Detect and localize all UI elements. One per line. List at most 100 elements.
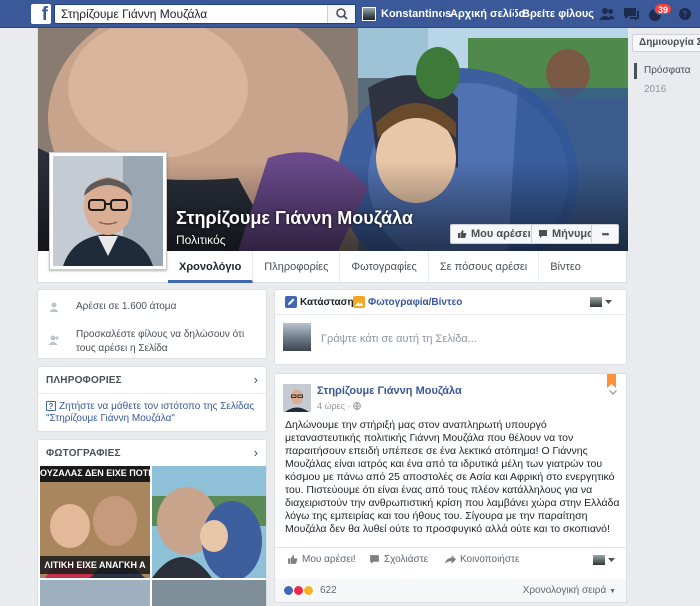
facebook-logo[interactable]: f	[31, 4, 51, 24]
invite-row: Προσκαλέστε φίλους να δηλώσουν ότι τους …	[48, 328, 258, 356]
photo-icon	[353, 296, 365, 308]
chevron-down-icon	[608, 557, 615, 562]
status-tab-label: Κατάσταση	[300, 296, 354, 308]
nav-divider	[442, 7, 443, 21]
photo-thumbnail[interactable]	[152, 466, 266, 578]
photos-arrow-icon[interactable]: ›	[254, 445, 258, 460]
timeline-recent-link[interactable]: Πρόσφατα	[634, 63, 691, 79]
bookmark-icon[interactable]	[607, 374, 616, 388]
page-avatar-small	[590, 297, 602, 307]
info-header: ΠΛΗΡΟΦΟΡΙΕΣ	[46, 375, 122, 386]
like-post-button[interactable]: Μου αρέσει!	[287, 554, 356, 565]
reactions-bar: 622 Χρονολογική σειρά ▼	[274, 579, 627, 603]
info-arrow-icon[interactable]: ›	[254, 372, 258, 387]
photo-thumbnail[interactable]	[152, 580, 266, 606]
nav-divider	[514, 7, 515, 21]
search-icon	[336, 8, 348, 20]
likes-count-text[interactable]: Αρέσει σε 1.600 άτομα	[48, 300, 258, 314]
share-button[interactable]: Κοινοποιήστε	[445, 554, 519, 565]
likes-card: Αρέσει σε 1.600 άτομα Προσκαλέστε φίλους…	[37, 289, 267, 359]
status-tab[interactable]: Κατάσταση	[285, 296, 354, 308]
haha-reaction-icon[interactable]	[303, 585, 314, 596]
comment-label: Σχολιάστε	[384, 554, 429, 565]
notifications-badge: 39	[654, 3, 673, 15]
divider	[38, 393, 266, 394]
thumbs-up-icon	[288, 555, 298, 564]
page-category[interactable]: Πολιτικός	[176, 233, 226, 247]
timeline-post: Στηρίζουμε Γιάννη Μουζάλα 4 ώρες · Δηλών…	[274, 373, 627, 580]
like-page-label: Μου αρέσει!	[471, 228, 535, 240]
friend-requests-icon[interactable]	[598, 6, 616, 22]
author-image	[283, 384, 311, 412]
more-options-label: •••	[601, 229, 610, 239]
share-icon	[445, 555, 456, 564]
like-post-label: Μου αρέσει!	[302, 554, 356, 565]
photo-thumbnail[interactable]	[40, 580, 150, 606]
composer-avatar	[283, 323, 311, 351]
top-navigation-bar: f Konstantinos Αρχική σελίδα Βρείτε φίλο…	[0, 0, 700, 28]
post-author-name[interactable]: Στηρίζουμε Γιάννη Μουζάλα	[317, 385, 462, 397]
quick-help-icon[interactable]: ?	[676, 6, 694, 22]
request-website-text: Ζητήστε να μάθετε τον ιστότοπο της Σελίδ…	[46, 401, 255, 424]
tab-photos[interactable]: Φωτογραφίες	[340, 251, 429, 283]
chevron-down-icon	[605, 299, 612, 304]
svg-text:?: ?	[683, 10, 688, 19]
search-button[interactable]	[327, 5, 355, 23]
comment-button[interactable]: Σχολιάστε	[369, 554, 428, 565]
photos-card: ΦΩΤΟΓΡΑΦΙΕΣ › ΟΥΖΑΛΑΣ ΔΕΝ ΕΙΧΕ ΠΟΤΕ ΛΙΤΙ…	[37, 439, 267, 606]
post-options-chevron-icon[interactable]	[609, 390, 617, 395]
add-person-icon	[48, 335, 59, 345]
photo-image	[152, 466, 266, 578]
post-actions-bar: Μου αρέσει! Σχολιάστε Κοινοποιήστε	[275, 547, 627, 573]
page-profile-picture[interactable]	[49, 152, 167, 270]
post-time-text: 4 ώρες ·	[317, 401, 351, 411]
comment-icon	[370, 555, 379, 564]
post-timestamp[interactable]: 4 ώρες ·	[317, 401, 361, 411]
page-avatar-small	[593, 555, 605, 565]
post-text: Δηλώνουμε την στήριξή μας στον αναπληρωτ…	[285, 419, 620, 535]
share-label: Κοινοποιήστε	[460, 554, 520, 565]
profile-link[interactable]: Konstantinos	[362, 4, 451, 24]
photo-video-tab-label: Φωτογραφία/Βίντεο	[368, 296, 463, 308]
tab-timeline[interactable]: Χρονολόγιο	[168, 251, 254, 283]
page-title: Στηρίζουμε Γιάννη Μουζάλα	[176, 208, 413, 228]
likes-row: Αρέσει σε 1.600 άτομα	[48, 300, 258, 314]
user-name: Konstantinos	[381, 8, 452, 20]
message-label: Μήνυμα	[552, 228, 594, 240]
reaction-count[interactable]: 622	[320, 585, 337, 596]
like-page-button[interactable]: Μου αρέσει!	[450, 224, 542, 244]
create-page-button[interactable]: Δημιουργία Σελίδας	[632, 34, 700, 52]
page-tabs: Χρονολόγιο Πληροφορίες Φωτογραφίες Σε πό…	[168, 251, 592, 283]
user-avatar	[362, 7, 376, 21]
more-options-button[interactable]: •••	[591, 224, 619, 244]
divider	[275, 314, 626, 315]
tab-likes[interactable]: Σε πόσους αρέσει	[429, 251, 540, 283]
question-icon: ?	[46, 401, 56, 411]
post-composer: Κατάσταση Φωτογραφία/Βίντεο Γράψτε κάτι …	[274, 289, 627, 365]
tab-about[interactable]: Πληροφορίες	[253, 251, 341, 283]
photos-header: ΦΩΤΟΓΡΑΦΙΕΣ	[46, 448, 121, 459]
search-input[interactable]	[55, 5, 325, 23]
page-header: Στηρίζουμε Γιάννη Μουζάλα Πολιτικός Μου …	[37, 28, 628, 283]
invite-friends-link[interactable]: Προσκαλέστε φίλους να δηλώσουν ότι τους …	[48, 328, 258, 356]
timeline-year-link[interactable]: 2016	[644, 82, 666, 98]
search-box	[54, 4, 356, 24]
messages-icon[interactable]	[622, 6, 640, 22]
photo-video-tab[interactable]: Φωτογραφία/Βίντεο	[353, 296, 462, 308]
tab-videos[interactable]: Βίντεο	[539, 251, 592, 283]
comment-order-label: Χρονολογική σειρά	[522, 585, 607, 596]
message-icon	[539, 230, 547, 238]
composer-input[interactable]: Γράψτε κάτι σε αυτή τη Σελίδα...	[321, 333, 477, 345]
react-as-selector[interactable]	[593, 555, 615, 565]
photo-thumbnail[interactable]: ΟΥΖΑΛΑΣ ΔΕΝ ΕΙΧΕ ΠΟΤΕ ΛΙΤΙΚΗ ΕΙΧΕ ΑΝΑΓΚΗ…	[40, 466, 150, 578]
photo-caption-bottom: ΛΙΤΙΚΗ ΕΙΧΕ ΑΝΑΓΚΗ Α	[44, 560, 146, 570]
post-author-avatar[interactable]	[283, 384, 311, 412]
thumbs-up-icon	[458, 230, 467, 238]
find-friends-link[interactable]: Βρείτε φίλους	[522, 4, 594, 24]
photo-caption-top: ΟΥΖΑΛΑΣ ΔΕΝ ΕΙΧΕ ΠΟΤΕ	[40, 468, 150, 478]
post-as-selector[interactable]	[590, 297, 612, 307]
comment-order-selector[interactable]: Χρονολογική σειρά ▼	[523, 585, 616, 596]
pencil-icon	[285, 296, 297, 308]
request-website-link[interactable]: ? Ζητήστε να μάθετε τον ιστότοπο της Σελί…	[46, 401, 266, 425]
info-card: ΠΛΗΡΟΦΟΡΙΕΣ › ? Ζητήστε να μάθετε τον ιστ…	[37, 366, 267, 432]
